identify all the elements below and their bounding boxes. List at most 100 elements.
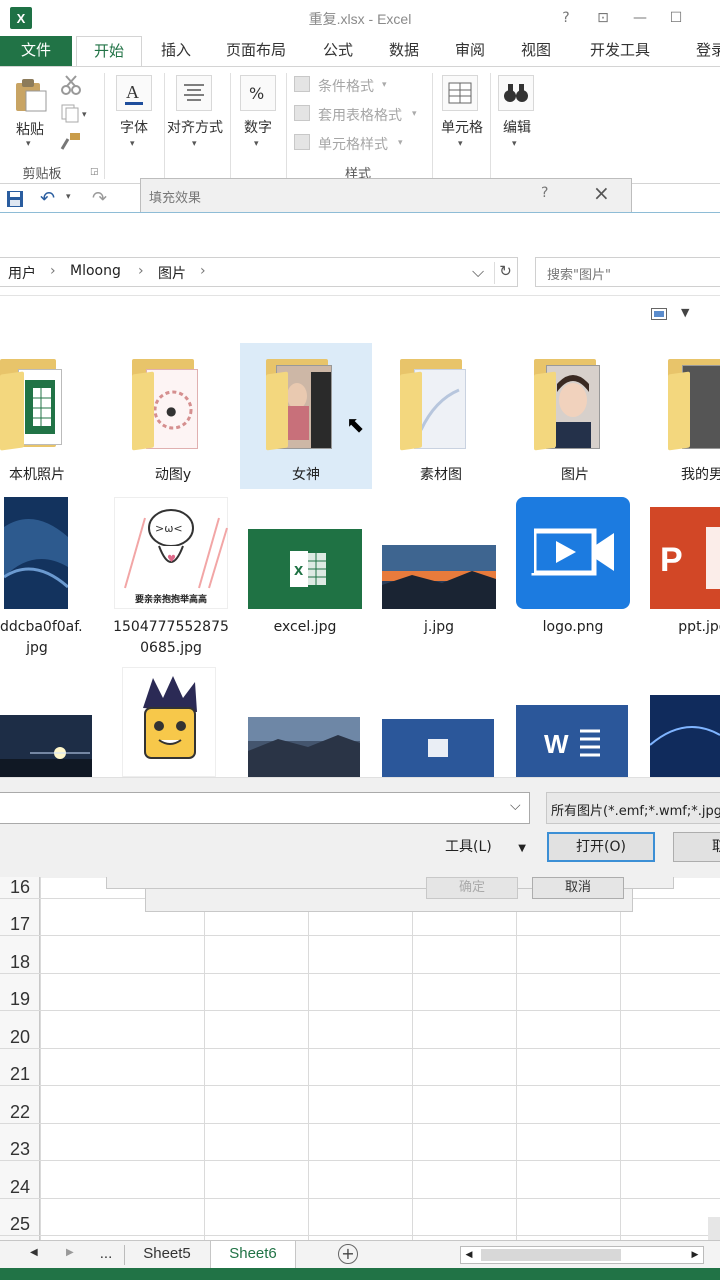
conditional-format-icon[interactable]	[294, 76, 310, 92]
row-header[interactable]: 23	[0, 1139, 40, 1160]
history-dropdown-icon[interactable]: ⌵	[472, 262, 484, 282]
tools-label[interactable]: 工具(L)	[445, 839, 492, 855]
undo-dropdown-icon[interactable]: ▾	[66, 192, 71, 202]
alignment-icon[interactable]	[176, 75, 212, 111]
find-binoculars-icon[interactable]	[498, 75, 534, 111]
cells-icon[interactable]	[442, 75, 478, 111]
row-header[interactable]: 19	[0, 989, 40, 1010]
number-label[interactable]: 数字	[236, 117, 280, 137]
alignment-label[interactable]: 对齐方式	[162, 117, 228, 137]
breadcrumb-pictures[interactable]: 图片	[158, 263, 186, 283]
tab-formulas[interactable]: 公式	[312, 36, 364, 66]
font-label[interactable]: 字体	[110, 117, 158, 137]
fill-cancel-button[interactable]: 取消	[532, 877, 624, 899]
search-box[interactable]: 搜索"图片"	[535, 257, 720, 287]
scroll-right-icon[interactable]: ▶	[687, 1247, 703, 1263]
sheet-tab-active[interactable]: Sheet6	[210, 1241, 296, 1269]
file-item[interactable]: >ω< ♥ 要亲亲抱抱举高高 1504777552875 0685.jpg	[104, 495, 238, 656]
file-thumbnail[interactable]	[248, 717, 360, 777]
search-input[interactable]: 搜索"图片"	[547, 264, 611, 283]
redo-icon[interactable]: ↷	[92, 188, 107, 209]
tab-view[interactable]: 视图	[510, 36, 562, 66]
breadcrumb-users[interactable]: 用户	[8, 263, 36, 283]
cancel-button[interactable]: 取	[673, 832, 720, 862]
row-header[interactable]: 20	[0, 1027, 40, 1048]
folder-item[interactable]: 我的男神	[642, 343, 720, 489]
undo-icon[interactable]: ↶	[40, 188, 55, 209]
folder-item[interactable]: 素材图	[374, 343, 508, 489]
copy-icon[interactable]: ▾	[60, 103, 90, 123]
file-item[interactable]: P ppt.jpg	[640, 495, 720, 655]
sheet-prev-icon[interactable]: ◀	[30, 1247, 38, 1258]
file-item[interactable]: logo.png	[506, 495, 640, 655]
file-item[interactable]: X excel.jpg	[238, 495, 372, 655]
tab-data[interactable]: 数据	[378, 36, 430, 66]
tab-developer[interactable]: 开发工具	[580, 36, 660, 66]
sheet-tab[interactable]: Sheet5	[128, 1241, 206, 1269]
scroll-left-icon[interactable]: ◀	[461, 1247, 477, 1263]
view-mode-dropdown-icon[interactable]: ▼	[681, 306, 689, 319]
paste-dropdown-icon[interactable]: ▾	[26, 139, 31, 149]
tools-dropdown-icon[interactable]: ▼	[518, 843, 526, 854]
editing-dropdown-icon[interactable]: ▾	[512, 139, 517, 149]
row-header[interactable]: 22	[0, 1102, 40, 1123]
tools-menu[interactable]: 工具(L) ▼	[445, 836, 526, 856]
cells-label[interactable]: 单元格	[436, 117, 488, 137]
open-button[interactable]: 打开(O)	[547, 832, 655, 862]
format-painter-icon[interactable]	[60, 131, 82, 151]
vertical-scrollbar[interactable]	[708, 1217, 720, 1241]
maximize-button[interactable]: ☐	[664, 8, 688, 28]
row-header[interactable]: 18	[0, 952, 40, 973]
number-dropdown-icon[interactable]: ▾	[254, 139, 259, 149]
fill-effects-close-icon[interactable]: ×	[593, 181, 610, 205]
refresh-icon[interactable]: ↻	[494, 262, 516, 284]
table-format-button[interactable]: 套用表格格式	[318, 105, 402, 125]
breadcrumb-sep-icon[interactable]: ›	[200, 263, 206, 279]
tab-file[interactable]: 文件	[0, 36, 72, 66]
alignment-dropdown-icon[interactable]: ▾	[192, 139, 197, 149]
view-mode-icon[interactable]	[651, 308, 667, 320]
file-thumbnail[interactable]	[0, 715, 92, 777]
horizontal-scrollbar[interactable]: ◀ ▶	[460, 1246, 704, 1264]
folder-item[interactable]: 本机照片	[0, 343, 104, 489]
filename-input[interactable]: ⌵	[0, 792, 530, 824]
tab-page-layout[interactable]: 页面布局	[218, 36, 294, 66]
font-dropdown-icon[interactable]: ▾	[130, 139, 135, 149]
file-thumbnail[interactable]: W	[516, 705, 628, 777]
row-header[interactable]: 16	[0, 877, 40, 898]
worksheet-grid[interactable]: 16 17 18 19 20 21 22 23 24 25	[0, 877, 720, 1241]
ribbon-display-button[interactable]: ⊡	[591, 8, 615, 28]
file-type-select[interactable]: 所有图片(*.emf;*.wmf;*.jpg	[546, 792, 720, 824]
row-header[interactable]: 17	[0, 914, 40, 935]
folder-item-selected[interactable]: ⬉ 女神	[240, 343, 372, 489]
folder-item[interactable]: 图片	[508, 343, 642, 489]
row-header[interactable]: 25	[0, 1214, 40, 1235]
help-button[interactable]: ?	[554, 8, 578, 28]
font-icon[interactable]: A	[116, 75, 152, 111]
conditional-format-button[interactable]: 条件格式	[318, 76, 374, 96]
file-thumbnail[interactable]	[122, 667, 216, 777]
folder-item[interactable]: ● 动图y	[106, 343, 240, 489]
editing-label[interactable]: 编辑	[496, 117, 538, 137]
add-sheet-icon[interactable]: +	[338, 1244, 358, 1264]
row-header[interactable]: 21	[0, 1064, 40, 1085]
paste-icon[interactable]	[12, 77, 48, 113]
row-header[interactable]: 24	[0, 1177, 40, 1198]
file-thumbnail[interactable]	[382, 719, 494, 777]
filename-dropdown-icon[interactable]: ⌵	[510, 798, 521, 814]
scroll-thumb[interactable]	[481, 1249, 621, 1261]
sign-in-link[interactable]: 登录	[696, 36, 720, 66]
cell-style-button[interactable]: 单元格样式	[318, 134, 388, 154]
table-format-icon[interactable]	[294, 105, 310, 121]
percent-icon[interactable]: %	[240, 75, 276, 111]
tab-home[interactable]: 开始	[76, 36, 142, 67]
tab-insert[interactable]: 插入	[150, 36, 202, 66]
breadcrumb-user[interactable]: Mloong	[70, 263, 121, 279]
cut-icon[interactable]	[60, 75, 82, 95]
sheet-more-button[interactable]: ...	[92, 1241, 120, 1269]
file-item[interactable]: j.jpg	[372, 495, 506, 655]
paste-label[interactable]: 粘贴	[10, 119, 50, 139]
sheet-next-icon[interactable]: ▶	[66, 1247, 74, 1258]
file-item[interactable]: eddcba0f0af. jpg	[0, 495, 83, 656]
file-thumbnail[interactable]	[649, 695, 720, 777]
